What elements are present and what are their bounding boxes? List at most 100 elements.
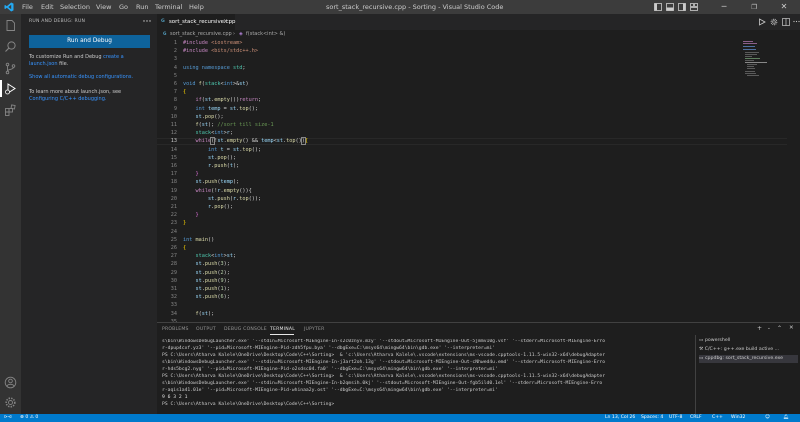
source-control-icon[interactable] [4, 62, 17, 75]
line-number: 19 [170, 187, 177, 194]
search-icon[interactable] [4, 40, 17, 53]
code-line: f(st); //sort till size-1 [195, 122, 274, 128]
menu-go[interactable]: Go [119, 3, 128, 11]
code-line: int temp = st.top(); [195, 105, 259, 112]
toggle-sidebar-icon[interactable] [654, 3, 662, 11]
breadcrumb-file[interactable]: sort_stack_recursive.cpp [170, 31, 232, 37]
remote-indicator-icon[interactable]: ⊳⊲ [4, 415, 12, 420]
toggle-secondary-sidebar-icon[interactable] [678, 3, 686, 11]
code-line: st.push(1); [195, 286, 230, 292]
close-tab-icon[interactable]: × [223, 18, 228, 25]
bottom-panel: PROBLEMS OUTPUT DEBUG CONSOLE TERMINAL J… [157, 322, 800, 415]
code-editor[interactable]: 1 2 3 4 5 6 7 8 9 10 11 12 13 14 15 16 17 18 19 20 21 22 23 24 2… [157, 40, 800, 322]
line-number: 32 [170, 294, 177, 301]
tab-jupyter[interactable]: JUPYTER [304, 327, 325, 332]
line-number: 11 [170, 122, 177, 128]
new-terminal-icon[interactable]: + [757, 325, 762, 332]
notifications-bell-icon[interactable]: 🔔︎ [783, 415, 789, 420]
run-debug-icon[interactable] [4, 82, 17, 95]
line-number: 3 [173, 56, 177, 63]
minimap[interactable] [743, 40, 793, 80]
errors-warnings-indicator[interactable]: ⊗ 0 ⚠ 0 [20, 415, 38, 420]
feedback-icon[interactable]: ☺ [765, 415, 770, 420]
close-window-button[interactable]: ✕ [770, 0, 798, 14]
terminal-instance-build[interactable]: ⚒ C/C++: g++.exe build active ... [699, 346, 798, 354]
run-file-icon[interactable] [758, 18, 766, 26]
account-icon[interactable] [4, 376, 17, 389]
line-number: 2 [173, 48, 177, 55]
explorer-icon[interactable] [4, 19, 17, 32]
code-line: st.push(6); [195, 294, 230, 301]
close-panel-icon[interactable]: ✕ [789, 325, 794, 331]
code-line: r.pop(); [208, 204, 233, 210]
line-number: 13 [170, 138, 177, 145]
tab-problems[interactable]: PROBLEMS [162, 327, 189, 332]
code-line: st.push(temp); [195, 179, 240, 186]
tab-debug-console[interactable]: DEBUG CONSOLE [224, 327, 267, 332]
line-number: 14 [170, 146, 177, 153]
editor-scrollbar[interactable] [793, 40, 800, 322]
code-line: using namespace std; [183, 64, 246, 71]
code-line: st.push(r.top()); [208, 195, 262, 202]
code-line: r.push(t); [208, 163, 240, 169]
activity-bar [0, 14, 21, 414]
menu-selection[interactable]: Selection [60, 3, 90, 11]
chevron-down-icon[interactable]: ⌄ [767, 326, 771, 331]
line-number: 9 [173, 105, 177, 112]
menu-view[interactable]: View [96, 3, 111, 11]
code-line: stack<int>r; [195, 130, 234, 137]
line-number: 17 [170, 171, 177, 178]
minimize-button[interactable]: ─ [710, 0, 738, 14]
editor-tab-bar: G sort_stack_recursive.cpp × [157, 14, 800, 30]
active-tab-indicator [270, 334, 294, 335]
c-cpp-platform[interactable]: Win32 [731, 415, 745, 420]
terminal-instance-cppdbg[interactable]: ▭ cppdbg: sort_stack_recursive.exe [699, 355, 798, 363]
cursor-position[interactable]: Ln 13, Col 26 [605, 415, 635, 420]
customize-layout-icon[interactable] [690, 3, 698, 11]
menu-run[interactable]: Run [136, 3, 148, 11]
line-number: 1 [173, 40, 177, 46]
run-and-debug-button[interactable]: Run and Debug [29, 35, 150, 48]
menu-help[interactable]: Help [189, 3, 204, 11]
menu-file[interactable]: File [22, 3, 33, 11]
menu-edit[interactable]: Edit [41, 3, 54, 11]
settings-gear-icon[interactable] [4, 396, 17, 409]
terminal-line: s\bin\WindowsDebugLauncher.exe' '--stdin… [162, 360, 606, 365]
breadcrumb-symbol[interactable]: f(stack<int> &) [246, 31, 285, 37]
create-launch-json-link[interactable]: create a [103, 54, 124, 60]
maximize-button[interactable]: ❐ [740, 0, 768, 14]
terminal-icon: ▭ [699, 338, 704, 343]
maximize-panel-icon[interactable]: ⌃ [777, 325, 782, 332]
line-number: 22 [170, 212, 177, 219]
settings-gear-icon[interactable] [770, 18, 778, 26]
code-line: void f(stack<int>&st) [183, 81, 249, 87]
show-all-debug-configurations-link[interactable]: Show all automatic debug configurations. [29, 74, 133, 81]
tab-sort-stack-recursive[interactable]: G sort_stack_recursive.cpp × [157, 14, 235, 30]
line-number: 15 [170, 154, 177, 161]
more-actions-icon[interactable] [143, 19, 151, 23]
terminal-output[interactable]: s\bin\WindowsDebugLauncher.exe' '--stdin… [162, 339, 692, 415]
tab-terminal[interactable]: TERMINAL [270, 327, 295, 332]
configuring-debugging-link[interactable]: Configuring C/C++ debugging. [29, 96, 107, 103]
tab-output[interactable]: OUTPUT [196, 327, 216, 332]
end-of-line[interactable]: CRLF [690, 415, 702, 420]
line-number: 20 [170, 195, 177, 202]
code-line: f(st); [195, 310, 215, 317]
line-number: 30 [170, 277, 177, 284]
indentation[interactable]: Spaces: 4 [641, 415, 663, 420]
split-editor-icon[interactable] [782, 18, 790, 26]
tool-icon: ⚒ [699, 347, 704, 352]
menu-terminal[interactable]: Terminal [155, 3, 182, 11]
encoding[interactable]: UTF-8 [669, 415, 682, 420]
code-line: #include <iostream> [183, 40, 243, 46]
more-actions-icon[interactable] [793, 20, 800, 23]
language-mode[interactable]: C++ [712, 415, 723, 420]
line-number: 27 [170, 253, 177, 260]
toggle-panel-icon[interactable] [666, 3, 674, 11]
line-number: 7 [173, 89, 177, 96]
code-line: st.pop(); [208, 154, 237, 161]
code-line: int t = st.top(); [208, 146, 262, 153]
extensions-icon[interactable] [4, 104, 17, 117]
launch-json-link[interactable]: launch.json [29, 61, 58, 67]
terminal-instance-powershell[interactable]: ▭ powershell [699, 337, 798, 345]
